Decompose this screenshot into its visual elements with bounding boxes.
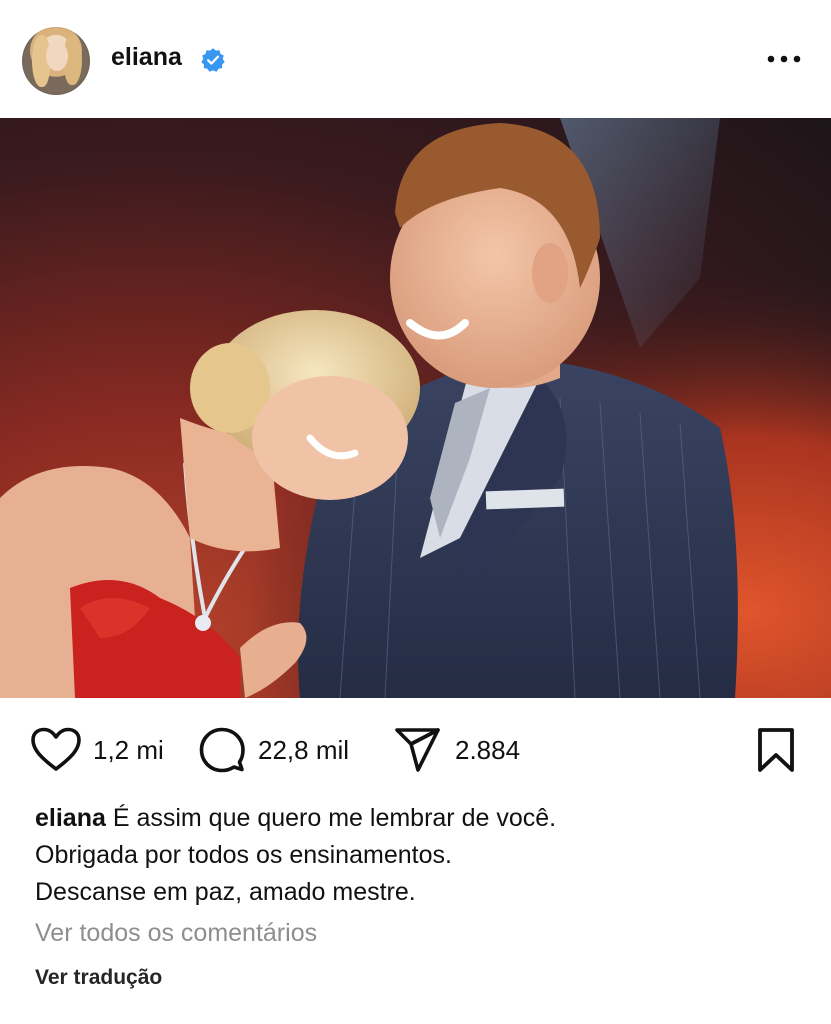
post-header: eliana: [0, 0, 831, 118]
send-icon[interactable]: [394, 727, 442, 773]
verified-badge-icon: [201, 48, 225, 72]
username-link[interactable]: eliana: [111, 43, 182, 72]
like-count[interactable]: 1,2 mi: [93, 735, 164, 766]
caption-text-line-2: Obrigada por todos os ensinamentos.: [35, 841, 452, 869]
more-options-icon[interactable]: [764, 46, 804, 72]
post-photo[interactable]: [0, 118, 831, 698]
caption-line-1: eliana É assim que quero me lembrar de v…: [35, 800, 815, 837]
caption-text-line-1: É assim que quero me lembrar de você.: [112, 804, 557, 832]
bookmark-icon[interactable]: [757, 727, 795, 773]
share-count[interactable]: 2.884: [455, 735, 520, 766]
caption-text-line-3: Descanse em paz, amado mestre.: [35, 878, 416, 906]
view-all-comments-link[interactable]: Ver todos os comentários: [35, 919, 317, 948]
post-caption: eliana É assim que quero me lembrar de v…: [35, 800, 815, 911]
see-translation-link[interactable]: Ver tradução: [35, 966, 162, 990]
caption-username-link[interactable]: eliana: [35, 804, 106, 832]
post-photo-illustration: [0, 118, 831, 698]
comment-count[interactable]: 22,8 mil: [258, 735, 349, 766]
heart-icon[interactable]: [30, 727, 82, 773]
profile-avatar[interactable]: [22, 27, 90, 95]
comment-bubble-icon[interactable]: [198, 726, 246, 774]
